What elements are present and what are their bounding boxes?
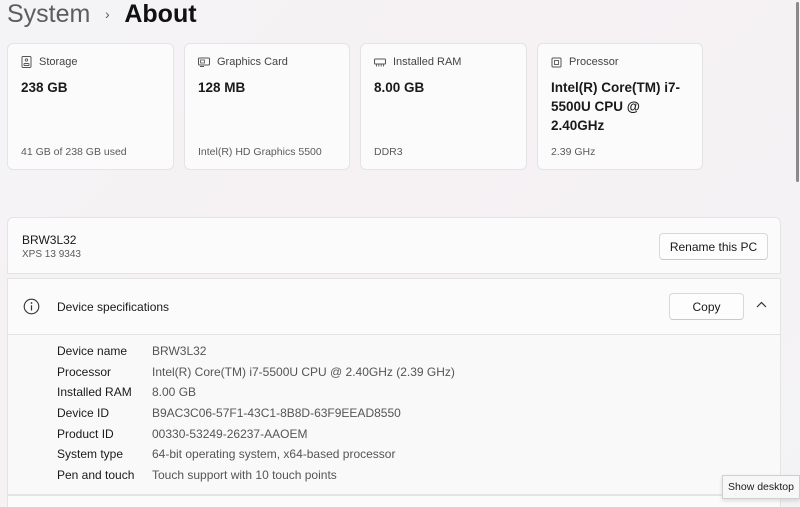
graphics-card-sub: Intel(R) HD Graphics 5500 [198, 146, 322, 158]
page-title: About [124, 0, 197, 28]
breadcrumb-separator: › [105, 6, 110, 22]
spec-row: Product ID 00330-53249-26237-AAOEM [57, 424, 307, 444]
spec-value: 00330-53249-26237-AAOEM [152, 427, 308, 441]
spec-value: Intel(R) Core(TM) i7-5500U CPU @ 2.40GHz… [152, 365, 455, 379]
spec-label: System type [57, 447, 124, 461]
breadcrumb-system[interactable]: System [7, 0, 90, 29]
scrollbar[interactable] [796, 2, 799, 182]
ram-card-header: Installed RAM [374, 56, 461, 68]
spec-row: Installed RAM 8.00 GB [57, 382, 196, 402]
pc-name: BRW3L32 [22, 233, 77, 247]
chevron-up-icon[interactable] [756, 301, 767, 308]
spec-value: 8.00 GB [152, 385, 197, 399]
copy-button[interactable]: Copy [669, 293, 744, 320]
processor-icon [551, 57, 562, 67]
graphics-card-card: Graphics Card 128 MB Intel(R) HD Graphic… [184, 43, 350, 170]
graphics-card-icon [198, 57, 210, 67]
spec-row: Device name BRW3L32 [57, 341, 206, 361]
processor-card-title: Processor [569, 56, 619, 68]
storage-icon [21, 56, 32, 68]
ram-card-sub: DDR3 [374, 146, 403, 158]
spec-label: Processor [57, 365, 112, 379]
spec-value: B9AC3C06-57F1-43C1-8B8D-63F9EEAD8550 [152, 406, 401, 420]
storage-card: Storage 238 GB 41 GB of 238 GB used [7, 43, 174, 170]
spec-row: System type 64-bit operating system, x64… [57, 444, 395, 464]
graphics-card-title: Graphics Card [217, 56, 288, 68]
pc-name-section: BRW3L32 XPS 13 9343 Rename this PC [7, 217, 781, 274]
spec-label: Device ID [57, 406, 110, 420]
spec-label: Product ID [57, 427, 114, 441]
storage-card-title: Storage [39, 56, 78, 68]
graphics-card-value: 128 MB [198, 80, 246, 95]
pc-model: XPS 13 9343 [22, 249, 81, 260]
storage-card-header: Storage [21, 56, 78, 68]
show-desktop-tooltip: Show desktop [722, 475, 800, 499]
spec-row: Processor Intel(R) Core(TM) i7-5500U CPU… [57, 362, 455, 382]
storage-card-sub: 41 GB of 238 GB used [21, 146, 127, 158]
spec-row: Pen and touch Touch support with 10 touc… [57, 465, 337, 485]
spec-row: Device ID B9AC3C06-57F1-43C1-8B8D-63F9EE… [57, 403, 401, 423]
next-section [7, 495, 781, 507]
spec-value: BRW3L32 [152, 344, 207, 358]
spec-label: Installed RAM [57, 385, 132, 399]
ram-icon [374, 58, 386, 66]
spec-label: Pen and touch [57, 468, 135, 482]
ram-card-title: Installed RAM [393, 56, 462, 68]
processor-card-sub: 2.39 GHz [551, 146, 596, 158]
ram-card-value: 8.00 GB [374, 80, 425, 95]
processor-card-header: Processor [551, 56, 619, 68]
spec-label: Device name [57, 344, 128, 358]
ram-card: Installed RAM 8.00 GB DDR3 [360, 43, 527, 170]
spec-value: 64-bit operating system, x64-based proce… [152, 447, 396, 461]
rename-pc-button[interactable]: Rename this PC [659, 233, 768, 260]
breadcrumb: System › About [7, 0, 197, 31]
info-icon [23, 298, 40, 315]
storage-card-value: 238 GB [21, 80, 68, 95]
device-specifications-body: Device name BRW3L32 Processor Intel(R) C… [7, 335, 781, 495]
processor-card-value: Intel(R) Core(TM) i7-5500U CPU @ 2.40GHz [551, 80, 680, 133]
graphics-card-header: Graphics Card [198, 56, 288, 68]
processor-card: Processor Intel(R) Core(TM) i7-5500U CPU… [537, 43, 703, 170]
device-specifications-title: Device specifications [57, 300, 170, 314]
spec-value: Touch support with 10 touch points [152, 468, 337, 482]
device-specifications-header[interactable]: Device specifications Copy [7, 278, 781, 335]
